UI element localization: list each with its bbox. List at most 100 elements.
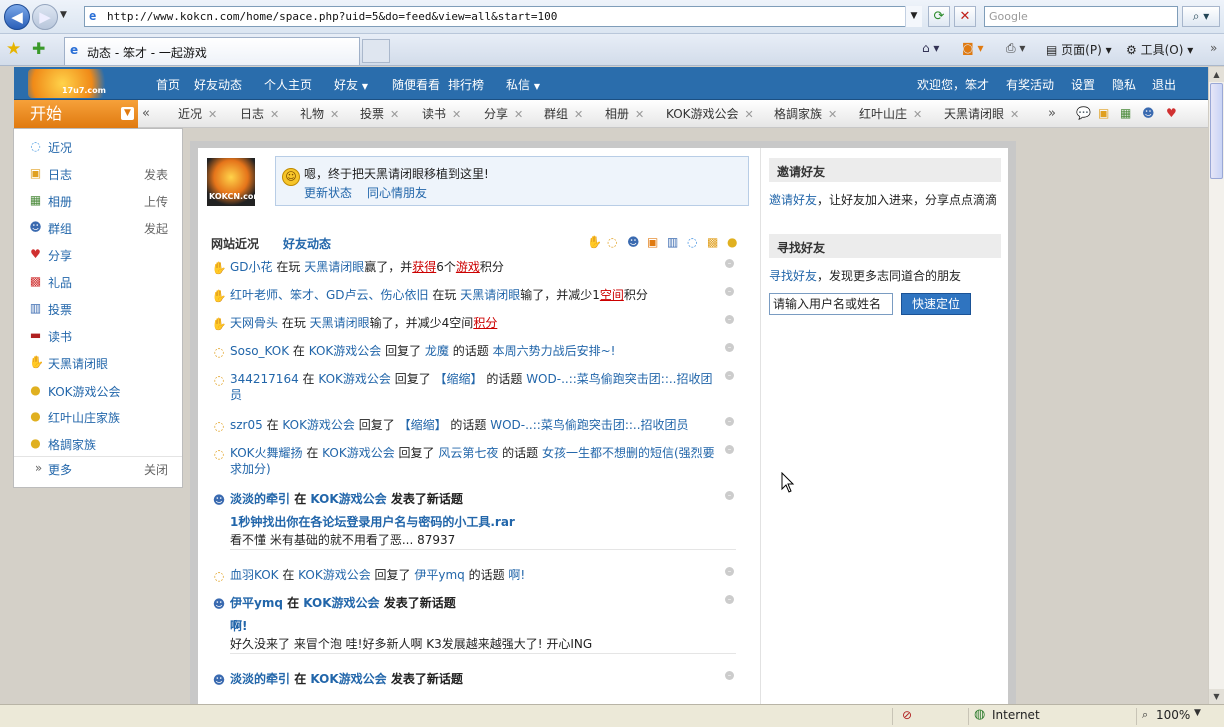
topic-title-link[interactable]: 啊!	[230, 619, 247, 633]
user-link[interactable]: 淡淡的牵引	[230, 492, 290, 506]
user-link[interactable]: szr05	[230, 418, 263, 432]
close-icon[interactable]: ✕	[745, 108, 754, 121]
group-link[interactable]: KOK游戏公会	[310, 672, 386, 686]
close-icon[interactable]: ✕	[913, 108, 922, 121]
same-mood-link[interactable]: 同心情朋友	[367, 184, 427, 201]
home-icon[interactable]: ⌂ ▾	[922, 41, 939, 55]
tab-friend-feed[interactable]: 好友动态	[283, 235, 331, 252]
quick-locate-button[interactable]: 快速定位	[901, 293, 971, 315]
rss-icon[interactable]: ◙ ▾	[962, 41, 983, 55]
group-link[interactable]: KOK游戏公会	[309, 344, 382, 358]
apptab[interactable]: 红叶山庄 ✕	[859, 100, 922, 128]
user-link[interactable]: 风云第七夜	[438, 446, 498, 460]
delete-icon[interactable]: –	[725, 417, 734, 426]
close-icon[interactable]: ✕	[1010, 108, 1019, 121]
sidebar-item-gift[interactable]: ▩ 礼品	[14, 270, 182, 297]
game-link[interactable]: 天黑请闭眼	[304, 260, 364, 274]
nav-settings[interactable]: 设置	[1071, 76, 1095, 93]
url-dropdown-icon[interactable]: ▼	[905, 6, 922, 27]
chevron-right-icon[interactable]: »	[1210, 41, 1217, 55]
refresh-button[interactable]: ⟳	[928, 6, 950, 27]
group-link[interactable]: KOK游戏公会	[318, 372, 391, 386]
group-icon[interactable]: ☻	[1142, 106, 1155, 120]
history-dropdown-icon[interactable]: ▼	[60, 10, 67, 20]
apptab[interactable]: 相册 ✕	[605, 100, 644, 128]
close-icon[interactable]: ✕	[635, 108, 644, 121]
avatar[interactable]: KOKCN.com	[207, 158, 262, 206]
close-icon[interactable]: ✕	[452, 108, 461, 121]
delete-icon[interactable]: –	[725, 287, 734, 296]
chat-icon[interactable]: 💬	[1076, 106, 1091, 120]
sidebar-item-werewolf[interactable]: ✋ 天黑请闭眼	[14, 351, 182, 378]
zoom-level[interactable]: 100%	[1156, 708, 1190, 722]
search-button[interactable]: ⌕ ▾	[1182, 6, 1220, 27]
close-icon[interactable]: ✕	[208, 108, 217, 121]
user-link[interactable]: 伊平ymq	[414, 568, 464, 582]
nav-rewards[interactable]: 有奖活动	[1006, 76, 1054, 93]
apptab[interactable]: 礼物 ✕	[300, 100, 339, 128]
delete-icon[interactable]: –	[725, 371, 734, 380]
sidebar-item-share[interactable]: ♥ 分享	[14, 243, 182, 270]
delete-icon[interactable]: –	[725, 567, 734, 576]
scroll-up-icon[interactable]: ▲	[1209, 67, 1224, 82]
scroll-down-icon[interactable]: ▼	[1209, 689, 1224, 704]
bar-chart-icon[interactable]: ▥	[667, 235, 678, 249]
speech-bubble-icon[interactable]: ●	[727, 235, 737, 249]
popup-blocker-icon[interactable]: ⊘	[902, 708, 912, 722]
tools-menu[interactable]: ⚙ 工具(O) ▾	[1126, 41, 1193, 58]
nav-privacy[interactable]: 隐私	[1112, 76, 1136, 93]
nav-friends[interactable]: 好友 ▼	[334, 76, 368, 93]
close-icon[interactable]: ✕	[514, 108, 523, 121]
close-icon[interactable]: ✕	[330, 108, 339, 121]
friend-search-input[interactable]: 请输入用户名或姓名	[769, 293, 893, 315]
favorites-star-icon[interactable]: ★	[6, 39, 21, 59]
user-link[interactable]: Soso_KOK	[230, 344, 289, 358]
nav-ranking[interactable]: 排行榜	[448, 76, 484, 93]
user-link[interactable]: 血羽KOK	[230, 568, 279, 582]
group-icon[interactable]: ☻	[627, 235, 640, 249]
sidebar-close-link[interactable]: 关闭	[144, 461, 168, 478]
start-button[interactable]: 开始 ▼	[14, 100, 138, 128]
user-link[interactable]: 红叶老师、笨才、GD卢云、伤心依旧	[230, 288, 429, 302]
scroll-thumb[interactable]	[1210, 83, 1223, 179]
sidebar-action-upload[interactable]: 上传	[144, 193, 168, 210]
nav-friend-feed[interactable]: 好友动态	[194, 76, 242, 93]
browser-tab-active[interactable]: e 动态 - 笨才 - 一起游戏	[64, 37, 360, 65]
sidebar-item-group[interactable]: ☻ 群组 发起	[14, 216, 182, 243]
album-icon[interactable]: ▦	[1120, 106, 1131, 120]
chevron-down-icon[interactable]: ▼	[1194, 708, 1201, 718]
apptab[interactable]: 日志 ✕	[240, 100, 279, 128]
apptab[interactable]: KOK游戏公会 ✕	[666, 100, 754, 128]
topic-link[interactable]: 啊!	[508, 568, 525, 582]
invite-friends-link[interactable]: 邀请好友	[769, 193, 817, 207]
nav-home[interactable]: 首页	[156, 76, 180, 93]
game-link[interactable]: 天黑请闭眼	[310, 316, 370, 330]
nav-profile[interactable]: 个人主页	[264, 76, 312, 93]
blog-icon[interactable]: ▣	[1098, 106, 1109, 120]
nav-messages[interactable]: 私信 ▼	[506, 76, 540, 93]
site-logo[interactable]: 17u7.com	[28, 69, 114, 98]
close-icon[interactable]: ✕	[270, 108, 279, 121]
apptab[interactable]: 群组 ✕	[544, 100, 583, 128]
chat-icon[interactable]: ◌	[687, 235, 697, 249]
forward-button[interactable]: ▶	[32, 4, 58, 30]
group-link[interactable]: KOK游戏公会	[298, 568, 371, 582]
group-link[interactable]: KOK游戏公会	[310, 492, 386, 506]
apptab[interactable]: 近况 ✕	[178, 100, 217, 128]
user-link[interactable]: 伊平ymq	[230, 596, 283, 610]
sidebar-item-album[interactable]: ▦ 相册 上传	[14, 189, 182, 216]
nav-logout[interactable]: 退出	[1152, 76, 1176, 93]
sidebar-action-create[interactable]: 发起	[144, 220, 168, 237]
group-link[interactable]: KOK游戏公会	[303, 596, 379, 610]
stop-button[interactable]: ✕	[954, 6, 976, 27]
user-link[interactable]: 【缩缩】	[399, 418, 447, 432]
close-icon[interactable]: ✕	[828, 108, 837, 121]
delete-icon[interactable]: –	[725, 445, 734, 454]
update-status-link[interactable]: 更新状态	[304, 184, 352, 201]
delete-icon[interactable]: –	[725, 315, 734, 324]
sidebar-item-books[interactable]: ▬ 读书	[14, 324, 182, 351]
apptab[interactable]: 天黑请闭眼 ✕	[944, 100, 1019, 128]
user-link[interactable]: 龙魔	[425, 344, 449, 358]
user-link[interactable]: GD小花	[230, 260, 273, 274]
sidebar-item-poll[interactable]: ▥ 投票	[14, 297, 182, 324]
